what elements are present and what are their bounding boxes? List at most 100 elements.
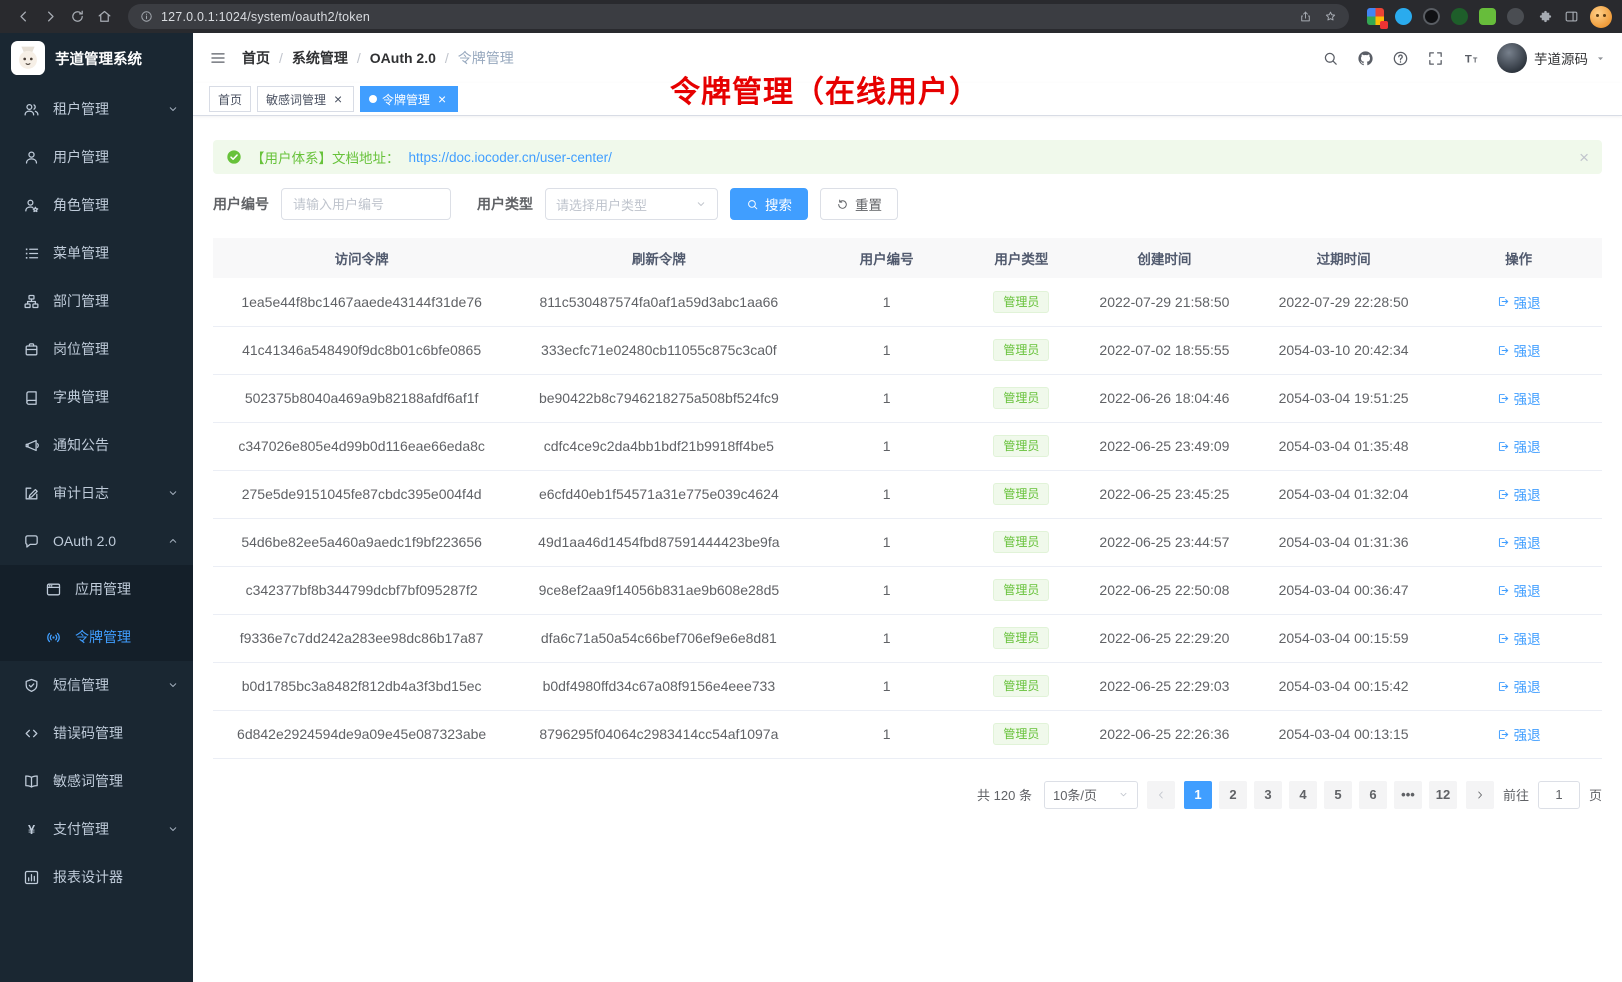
force-logout-button[interactable]: 强退 xyxy=(1497,436,1541,456)
sidebar-item-post[interactable]: 岗位管理 xyxy=(0,325,193,373)
force-logout-button[interactable]: 强退 xyxy=(1497,724,1541,744)
force-logout-button[interactable]: 强退 xyxy=(1497,580,1541,600)
force-logout-button[interactable]: 强退 xyxy=(1497,484,1541,504)
page-button-3[interactable]: 3 xyxy=(1254,781,1282,809)
tab-oauth-token[interactable]: 令牌管理× xyxy=(360,86,458,112)
more-pages-button[interactable]: ••• xyxy=(1394,781,1422,809)
fontsize-button[interactable] xyxy=(1462,50,1479,67)
force-logout-button[interactable]: 强退 xyxy=(1497,388,1541,408)
sidebar-item-oauth2[interactable]: OAuth 2.0 xyxy=(0,517,193,565)
goto-page-input[interactable] xyxy=(1538,781,1580,809)
sensitive-icon xyxy=(23,773,40,790)
force-logout-button[interactable]: 强退 xyxy=(1497,676,1541,696)
browser-profile-avatar[interactable] xyxy=(1590,6,1612,28)
tab-close-icon[interactable]: × xyxy=(331,92,345,106)
side-panel-button[interactable] xyxy=(1558,4,1584,30)
sidebar-item-dept[interactable]: 部门管理 xyxy=(0,277,193,325)
page-button-4[interactable]: 4 xyxy=(1289,781,1317,809)
sidebar-item-label: 角色管理 xyxy=(53,195,179,215)
bookmark-star-icon[interactable] xyxy=(1324,10,1337,23)
sidebar-item-menu[interactable]: 菜单管理 xyxy=(0,229,193,277)
sidebar-item-audit-log[interactable]: 审计日志 xyxy=(0,469,193,517)
table-row: 1ea5e44f8bc1467aaede43144f31de76811c5304… xyxy=(213,278,1602,326)
user-menu[interactable]: 芋道源码 xyxy=(1497,43,1606,73)
sidebar-item-role[interactable]: 角色管理 xyxy=(0,181,193,229)
breadcrumb-item[interactable]: OAuth 2.0 xyxy=(370,50,436,66)
logout-icon xyxy=(1497,728,1510,741)
reset-button[interactable]: 重置 xyxy=(820,188,898,220)
sidebar-toggle-button[interactable] xyxy=(209,49,227,67)
sidebar-item-pay[interactable]: 支付管理 xyxy=(0,805,193,853)
browser-forward-button[interactable] xyxy=(37,3,64,30)
column-header: 刷新令牌 xyxy=(510,238,807,278)
extension-icon[interactable] xyxy=(1395,8,1412,25)
alert-close-icon[interactable]: × xyxy=(1579,149,1589,166)
address-bar[interactable]: 127.0.0.1:1024/system/oauth2/token xyxy=(128,4,1349,29)
page-button-6[interactable]: 6 xyxy=(1359,781,1387,809)
next-page-button[interactable] xyxy=(1466,781,1494,809)
user-type-tag: 管理员 xyxy=(993,435,1049,457)
sidebar-item-oauth-token[interactable]: 令牌管理 xyxy=(0,613,193,661)
browser-reload-button[interactable] xyxy=(64,3,91,30)
table-row: b0d1785bc3a8482f812db4a3f3bd15ecb0df4980… xyxy=(213,662,1602,710)
extension-icon[interactable] xyxy=(1479,8,1496,25)
extension-icon[interactable] xyxy=(1507,8,1524,25)
extension-icon[interactable] xyxy=(1451,8,1468,25)
filter-bar: 用户编号 用户类型 请选择用户类型 搜索 重置 xyxy=(213,188,1602,220)
tab-close-icon[interactable]: × xyxy=(435,92,449,106)
sidebar-item-sms[interactable]: 短信管理 xyxy=(0,661,193,709)
app-logo[interactable]: 芋道管理系统 xyxy=(0,33,193,83)
extension-badge xyxy=(1380,21,1388,29)
breadcrumb-item[interactable]: 首页 xyxy=(242,48,270,68)
sidebar-item-sensitive-word[interactable]: 敏感词管理 xyxy=(0,757,193,805)
search-button[interactable]: 搜索 xyxy=(730,188,808,220)
force-logout-button[interactable]: 强退 xyxy=(1497,340,1541,360)
site-info-icon[interactable] xyxy=(140,10,153,23)
user-type-tag: 管理员 xyxy=(993,675,1049,697)
extensions-puzzle-button[interactable] xyxy=(1532,4,1558,30)
sidebar-item-notice[interactable]: 通知公告 xyxy=(0,421,193,469)
force-logout-button[interactable]: 强退 xyxy=(1497,628,1541,648)
share-icon[interactable] xyxy=(1299,10,1312,23)
user-type-tag: 管理员 xyxy=(993,627,1049,649)
extension-icon[interactable] xyxy=(1423,8,1440,25)
page-size-select[interactable]: 10条/页 xyxy=(1044,781,1138,809)
notice-icon xyxy=(23,437,40,454)
url-text[interactable]: 127.0.0.1:1024/system/oauth2/token xyxy=(161,10,1291,24)
breadcrumb-item[interactable]: 系统管理 xyxy=(292,48,348,68)
page-button-2[interactable]: 2 xyxy=(1219,781,1247,809)
logout-icon xyxy=(1497,488,1510,501)
tab-sensitive-word[interactable]: 敏感词管理× xyxy=(257,86,354,112)
chevron-down-icon xyxy=(167,487,179,499)
browser-back-button[interactable] xyxy=(10,3,37,30)
cell-user-id: 1 xyxy=(807,662,965,710)
sidebar-item-dict[interactable]: 字典管理 xyxy=(0,373,193,421)
fullscreen-button[interactable] xyxy=(1427,50,1444,67)
github-button[interactable] xyxy=(1357,50,1374,67)
prev-page-button[interactable] xyxy=(1147,781,1175,809)
sidebar-item-label: 租户管理 xyxy=(53,99,167,119)
sidebar-item-report-designer[interactable]: 报表设计器 xyxy=(0,853,193,901)
sidebar-item-user[interactable]: 用户管理 xyxy=(0,133,193,181)
force-logout-button[interactable]: 强退 xyxy=(1497,292,1541,312)
user-type-select[interactable]: 请选择用户类型 xyxy=(545,188,718,220)
sidebar: 芋道管理系统 租户管理用户管理角色管理菜单管理部门管理岗位管理字典管理通知公告审… xyxy=(0,33,193,982)
tab-home[interactable]: 首页 xyxy=(209,86,251,112)
doc-link[interactable]: https://doc.iocoder.cn/user-center/ xyxy=(409,150,612,165)
search-button[interactable] xyxy=(1322,50,1339,67)
cell-user-id: 1 xyxy=(807,710,965,758)
page-button-5[interactable]: 5 xyxy=(1324,781,1352,809)
page-button-1[interactable]: 1 xyxy=(1184,781,1212,809)
browser-home-button[interactable] xyxy=(91,3,118,30)
extension-icon[interactable] xyxy=(1367,8,1384,25)
question-button[interactable] xyxy=(1392,50,1409,67)
sidebar-item-oauth-app[interactable]: 应用管理 xyxy=(0,565,193,613)
page-content: 【用户体系】文档地址： https://doc.iocoder.cn/user-… xyxy=(193,116,1622,839)
app-title: 芋道管理系统 xyxy=(55,48,142,69)
force-logout-button[interactable]: 强退 xyxy=(1497,532,1541,552)
sidebar-item-tenant[interactable]: 租户管理 xyxy=(0,85,193,133)
user-id-input[interactable] xyxy=(281,188,451,220)
sidebar-item-error-code[interactable]: 错误码管理 xyxy=(0,709,193,757)
page-button-12[interactable]: 12 xyxy=(1429,781,1457,809)
chevron-left-icon xyxy=(1155,789,1167,801)
